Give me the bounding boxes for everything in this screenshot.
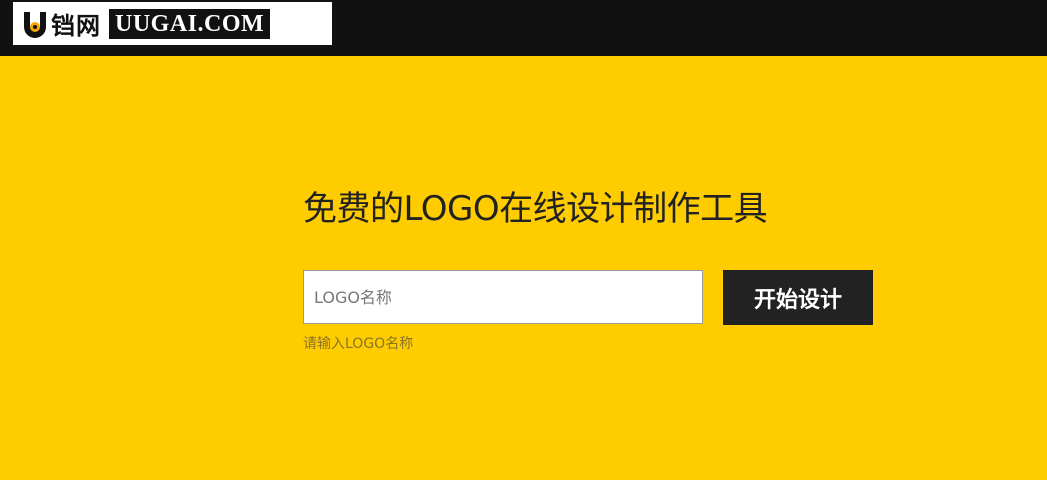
logo-text-cn: 铛网 [51, 11, 101, 40]
page-title: 免费的LOGO在线设计制作工具 [303, 189, 768, 229]
top-bar: 铛网 UUGAI.COM [0, 0, 1047, 56]
start-design-button[interactable]: 开始设计 [723, 270, 873, 325]
u-gear-icon [21, 10, 49, 38]
site-logo[interactable]: 铛网 UUGAI.COM [13, 2, 332, 45]
input-hint: 请输入LOGO名称 [303, 336, 414, 352]
logo-text-en: UUGAI.COM [109, 8, 271, 39]
logo-name-input[interactable] [303, 270, 703, 324]
